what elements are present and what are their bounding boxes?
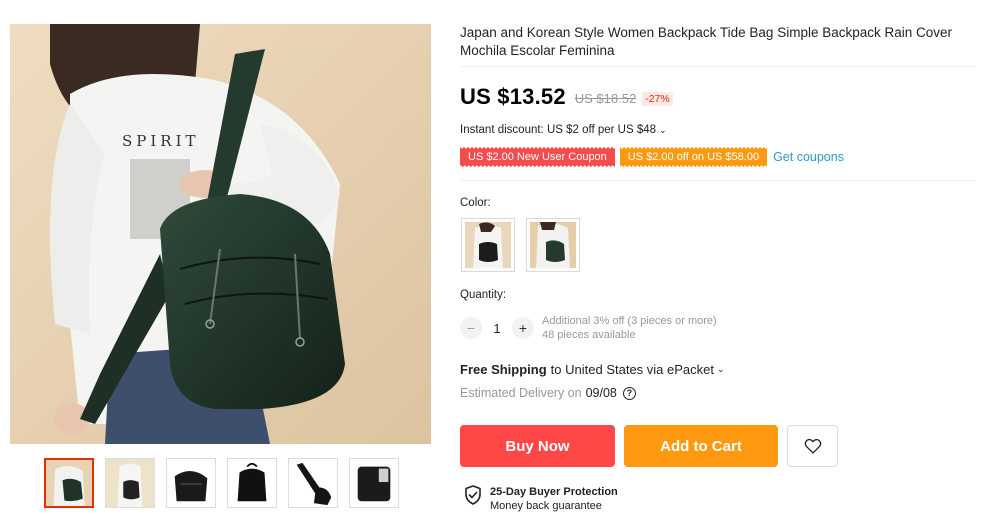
shipping-info[interactable]: Free Shipping to United States via ePack…: [460, 362, 725, 377]
quantity-info: Additional 3% off (3 pieces or more) 48 …: [542, 314, 717, 342]
color-label: Color:: [460, 197, 491, 209]
action-buttons: Buy Now Add to Cart: [460, 425, 838, 467]
thumbnail-front-view[interactable]: [44, 458, 94, 508]
chevron-down-icon: ⌄: [716, 364, 725, 374]
thumbnail-model-view[interactable]: [105, 458, 155, 508]
heart-icon: [804, 438, 821, 454]
shield-check-icon: [465, 485, 481, 505]
get-coupons-link[interactable]: Get coupons: [773, 150, 844, 164]
quantity-label: Quantity:: [460, 289, 507, 301]
product-main-image[interactable]: SPIRIT: [10, 24, 431, 444]
quantity-value[interactable]: 1: [482, 321, 512, 336]
thumbnail-strip: [44, 458, 399, 508]
bulk-offer-text: Additional 3% off (3 pieces or more): [542, 315, 717, 327]
protection-title: 25-Day Buyer Protection: [490, 486, 618, 498]
shipping-detail: to United States via ePacket: [550, 362, 714, 377]
product-title: Japan and Korean Style Women Backpack Ti…: [460, 25, 953, 58]
quantity-increase-button[interactable]: +: [512, 317, 534, 339]
coupon-row: US $2.00 New User Coupon US $2.00 off on…: [460, 147, 844, 167]
svg-text:SPIRIT: SPIRIT: [122, 132, 200, 150]
current-price: US $13.52: [460, 84, 566, 109]
instant-discount-text: Instant discount: US $2 off per US $48: [460, 124, 657, 136]
color-swatch-green[interactable]: [526, 218, 580, 272]
color-swatches: [461, 218, 580, 272]
quantity-decrease-button[interactable]: −: [460, 317, 482, 339]
color-swatch-black[interactable]: [461, 218, 515, 272]
free-shipping-label: Free Shipping: [460, 362, 547, 377]
thumbnail-strap-view[interactable]: [288, 458, 338, 508]
estimated-delivery: Estimated Delivery on 09/08 ?: [460, 386, 636, 400]
quantity-stepper: − 1 + Additional 3% off (3 pieces or mor…: [460, 314, 717, 342]
stock-available-text: 48 pieces available: [542, 329, 636, 341]
wishlist-button[interactable]: [787, 425, 838, 467]
protection-subtitle: Money back guarantee: [490, 500, 602, 512]
title-divider: [460, 66, 976, 67]
buyer-protection: 25-Day Buyer Protection Money back guara…: [464, 485, 618, 513]
thumbnail-detail-view[interactable]: [349, 458, 399, 508]
buy-now-button[interactable]: Buy Now: [460, 425, 615, 467]
thumbnail-side-view[interactable]: [166, 458, 216, 508]
coupon-divider: [460, 180, 976, 181]
new-user-coupon[interactable]: US $2.00 New User Coupon: [460, 147, 615, 167]
delivery-date: 09/08: [585, 386, 617, 400]
original-price: US $18.52: [574, 91, 637, 106]
protection-text: 25-Day Buyer Protection Money back guara…: [490, 485, 618, 513]
instant-discount[interactable]: Instant discount: US $2 off per US $48 ⌄: [460, 124, 667, 136]
price-row: US $13.52 US $18.52 -27%: [460, 84, 673, 110]
discount-badge: -27%: [642, 91, 673, 106]
thumbnail-back-view[interactable]: [227, 458, 277, 508]
store-coupon[interactable]: US $2.00 off on US $58.00: [619, 147, 768, 167]
estimated-delivery-label: Estimated Delivery on: [460, 386, 582, 400]
question-icon[interactable]: ?: [622, 386, 636, 400]
add-to-cart-button[interactable]: Add to Cart: [624, 425, 778, 467]
chevron-down-icon: ⌄: [659, 124, 667, 135]
